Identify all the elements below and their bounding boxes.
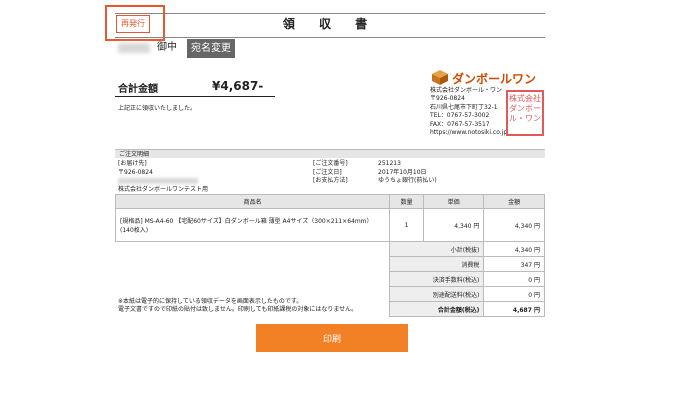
col-qty: 数量 bbox=[389, 194, 424, 209]
subtotal-value: 4,340 円 bbox=[483, 241, 545, 257]
order-details-header: ご注文明細 bbox=[115, 149, 545, 158]
company-logo-text: ダンボールワン bbox=[452, 72, 537, 86]
ship-to-label: [お届け先] bbox=[118, 160, 147, 167]
col-product: 商品名 bbox=[114, 194, 391, 209]
table-row: [規格品] MS-A4-60 【宅配60サイズ】白ダンボール箱 薄型 A4サイズ… bbox=[114, 208, 545, 242]
company-postal: 〒926-0824 bbox=[430, 95, 465, 103]
grand-total-value: 4,687 円 bbox=[483, 301, 545, 317]
item-name: [規格品] MS-A4-60 【宅配60サイズ】白ダンボール箱 薄型 A4サイズ… bbox=[114, 208, 391, 242]
order-labels: [ご注文番号] [ご注文日] [お支払方法] bbox=[313, 160, 348, 186]
stamp-notice: ※本紙は電子的に保持している領収データを画面表示したものです。 電子文書ですので… bbox=[118, 298, 357, 314]
subtotal-label: 小計(税抜) bbox=[389, 241, 485, 257]
order-date: 2017年10月10日 bbox=[378, 168, 427, 176]
ship-to-company: 株式会社ダンボールワンテスト用 bbox=[118, 185, 209, 193]
recipient-honorific: 御中 bbox=[157, 42, 177, 53]
ship-to-address-blurred bbox=[118, 177, 208, 186]
tax-label: 消費税 bbox=[389, 256, 485, 272]
col-unit-price: 単価 bbox=[422, 194, 485, 209]
company-name: 株式会社ダンボール・ワン bbox=[430, 87, 503, 94]
notice-line-2: 電子文書ですので印紙の貼付は致しません。印刷しても印紙課税の対象にはなりません。 bbox=[118, 306, 358, 313]
total-amount: ¥4,687- bbox=[212, 79, 264, 93]
payment-label: [お支払方法] bbox=[313, 177, 348, 184]
total-label: 合計金額 bbox=[118, 84, 158, 95]
total-underline bbox=[115, 96, 275, 97]
ship-to-block: [お届け先] 〒926-0824 株式会社ダンボールワンテスト用 bbox=[118, 160, 208, 194]
col-amount: 金額 bbox=[483, 194, 545, 209]
company-tel: TEL：0767-57-3002 bbox=[430, 112, 490, 120]
thanks-text: 上記正に領収いたしました。 bbox=[118, 105, 197, 112]
ship-to-postal: 〒926-0824 bbox=[118, 168, 153, 176]
company-fax: FAX：0767-57-3517 bbox=[430, 120, 490, 128]
order-date-label: [ご注文日] bbox=[313, 168, 342, 176]
payment-fee-value: 0 円 bbox=[483, 271, 545, 287]
tax-value: 347 円 bbox=[483, 256, 545, 272]
company-info: 株式会社ダンボール・ワン 〒926-0824 石川県七尾市下町丁32-1 TEL… bbox=[430, 87, 507, 137]
order-values: 251213 2017年10月10日 ゆうちょ銀行(前払い) bbox=[378, 160, 437, 186]
company-url: https://www.notosiki.co.jp bbox=[430, 129, 508, 137]
order-no: 251213 bbox=[378, 160, 401, 167]
shipping-value: 0 円 bbox=[483, 286, 545, 302]
company-address: 石川県七尾市下町丁32-1 bbox=[430, 103, 498, 111]
item-amount: 4,340 円 bbox=[483, 208, 545, 242]
page-title: 領 収 書 bbox=[282, 17, 378, 31]
recipient-name-blurred bbox=[118, 43, 150, 53]
title-rule bbox=[115, 37, 545, 38]
change-name-button[interactable]: 宛名変更 bbox=[187, 39, 235, 58]
notice-line-1: ※本紙は電子的に保持している領収データを画面表示したものです。 bbox=[118, 298, 303, 305]
grand-total-label: 合計金額(税込) bbox=[389, 301, 485, 317]
company-seal: 株式会社ダンボール・ワン bbox=[506, 90, 544, 136]
summary-row: 小計(税抜) 4,340 円 bbox=[115, 241, 545, 317]
order-no-label: [ご注文番号] bbox=[313, 160, 348, 167]
table-header-row: 商品名 数量 単価 金額 bbox=[114, 194, 545, 209]
print-button[interactable]: 印刷 bbox=[256, 324, 408, 352]
cardboard-box-logo-icon bbox=[432, 70, 448, 85]
payment-method: ゆうちょ銀行(前払い) bbox=[378, 177, 437, 184]
payment-fee-label: 決済手数料(税込) bbox=[389, 271, 485, 287]
item-unit-price: 4,340 円 bbox=[422, 208, 485, 242]
reissue-badge: 再発行 bbox=[116, 15, 150, 33]
shipping-label: 別途配送料(税込) bbox=[389, 286, 485, 302]
item-qty: 1 bbox=[389, 208, 424, 242]
